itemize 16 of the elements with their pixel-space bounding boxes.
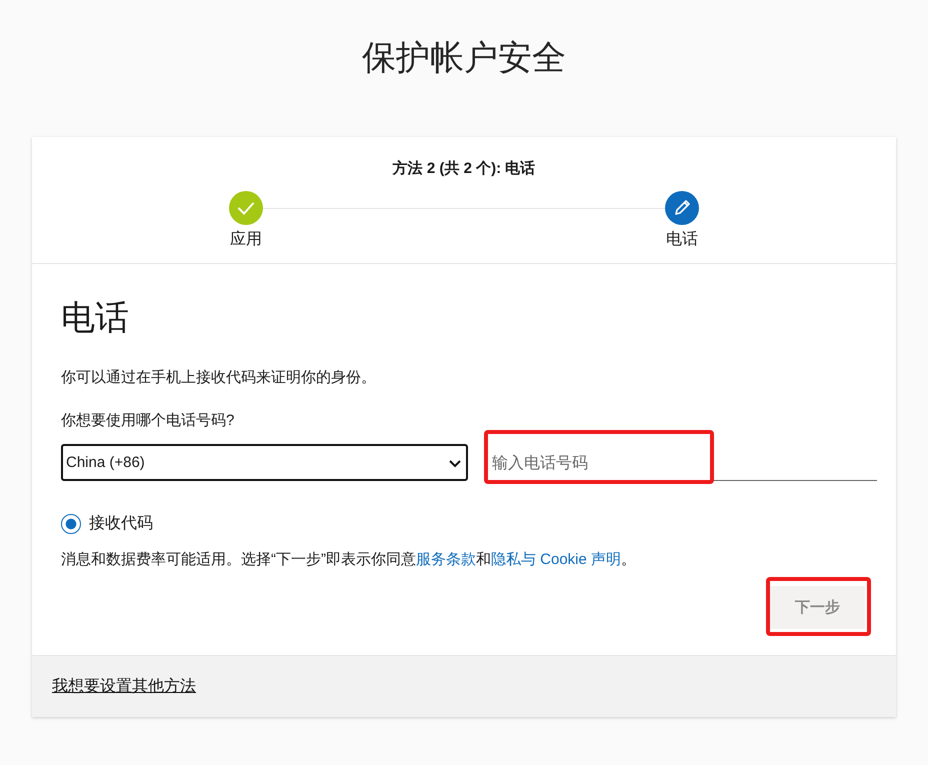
section-heading: 电话 (61, 298, 130, 339)
terms-link[interactable]: 隐私与 Cookie 声明 (491, 551, 622, 568)
other-method-link[interactable]: 我想要设置其他方法 (52, 676, 196, 697)
notice-text: 消息和数据费率可能适用。选择“下一步”即表示你同意服务条款和隐私与 Cookie 声明。 (61, 550, 638, 569)
question-text: 你想要使用哪个电话号码? (61, 411, 236, 430)
chevron-down-icon (448, 458, 462, 468)
radio-button[interactable] (61, 514, 81, 534)
country-dropdown[interactable]: China (+86) (61, 444, 468, 481)
phone-input-field[interactable]: 输入电话号码 (484, 446, 877, 481)
description-text: 你可以通过在手机上接收代码来证明你的身份。 (61, 368, 377, 387)
step-label: 应用 (230, 230, 262, 250)
step-label: 电话 (666, 230, 698, 250)
radio-label: 接收代码 (89, 514, 153, 534)
page-title: 保护帐户安全 (362, 38, 566, 79)
progress-title: 方法 2 (共 2 个): 电话 (392, 159, 536, 179)
terms-link[interactable]: 服务条款 (416, 551, 476, 568)
